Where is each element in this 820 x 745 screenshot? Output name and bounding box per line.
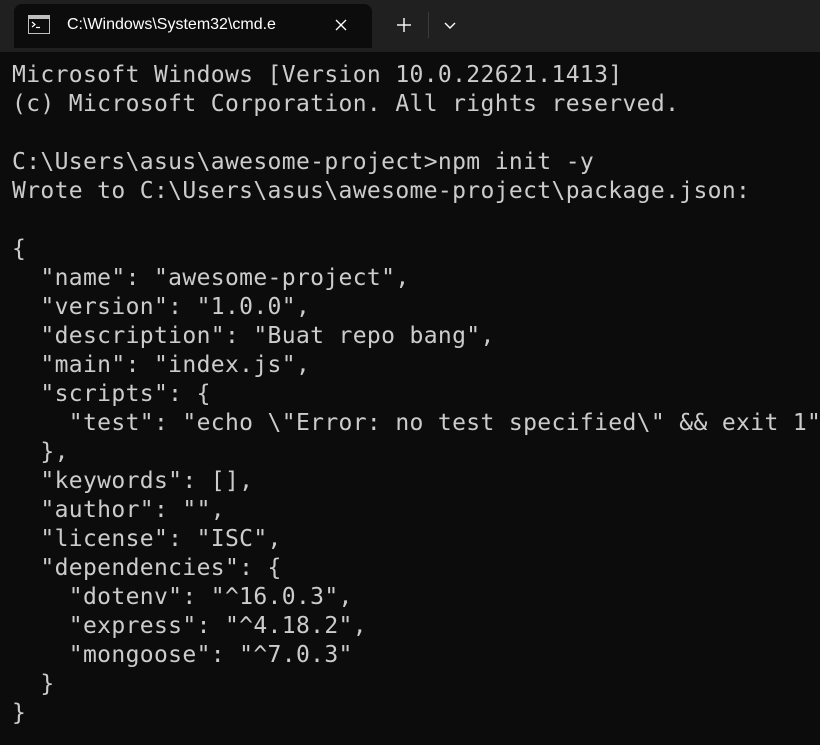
terminal-line: Wrote to C:\Users\asus\awesome-project\p… (12, 178, 751, 204)
terminal-line: "main": "index.js", (12, 352, 311, 378)
terminal-line: "express": "^4.18.2", (12, 613, 367, 639)
terminal-line: C:\Users\asus\awesome-project>npm init -… (12, 149, 595, 175)
tab-title: C:\Windows\System32\cmd.e (67, 16, 276, 33)
terminal-line: "test": "echo \"Error: no test specified… (12, 410, 820, 436)
terminal-line: } (12, 671, 55, 697)
terminal-line: "keywords": [], (12, 468, 254, 494)
terminal-line: "license": "ISC", (12, 526, 282, 552)
terminal-line: "mongoose": "^7.0.3" (12, 642, 353, 668)
terminal-line: "author": "", (12, 497, 225, 523)
terminal-line: "dependencies": { (12, 555, 282, 581)
terminal-line: "name": "awesome-project", (12, 265, 410, 291)
terminal-line: "description": "Buat repo bang", (12, 323, 495, 349)
close-icon[interactable] (329, 13, 353, 37)
terminal-line: } (12, 700, 27, 726)
terminal-line: { (12, 236, 27, 262)
tab-bar: C:\Windows\System32\cmd.e (0, 0, 820, 52)
terminal-line: Microsoft Windows [Version 10.0.22621.14… (12, 62, 623, 88)
terminal-line: "dotenv": "^16.0.3", (12, 584, 353, 610)
terminal-line: "scripts": { (12, 381, 211, 407)
command-prompt-icon (28, 15, 50, 34)
tab-separator (428, 12, 429, 38)
terminal-output[interactable]: Microsoft Windows [Version 10.0.22621.14… (12, 61, 820, 745)
terminal-line: }, (12, 439, 69, 465)
terminal-window: C:\Windows\System32\cmd.e Microsoft Wind… (0, 0, 820, 745)
plus-icon[interactable] (388, 10, 420, 40)
terminal-line: (c) Microsoft Corporation. All rights re… (12, 91, 680, 117)
terminal-line: "version": "1.0.0", (12, 294, 311, 320)
tab-cmd[interactable]: C:\Windows\System32\cmd.e (14, 4, 372, 48)
chevron-down-icon[interactable] (434, 10, 466, 40)
